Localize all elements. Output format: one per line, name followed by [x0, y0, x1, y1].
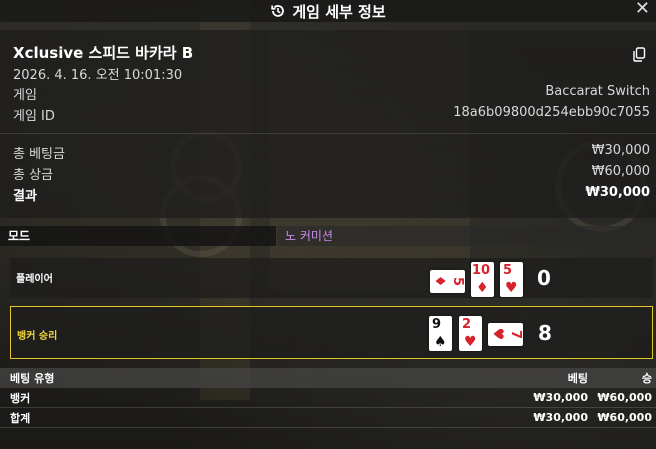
card-rank: 2 — [462, 317, 472, 332]
total-win-row: 총 상금 ₩60,000 — [13, 164, 650, 183]
player-score: 0 — [537, 266, 551, 290]
card-rank: 7 — [507, 329, 523, 340]
result-value: ₩30,000 — [585, 185, 650, 200]
game-title: Xclusive 스피드 바카라 B — [13, 44, 194, 62]
table-cell: ₩60,000 — [597, 411, 652, 424]
field-label: 게임 ID — [13, 109, 55, 124]
mode-bar: 모드 노 커미션 — [0, 226, 656, 246]
mode-value: 노 커미션 — [277, 226, 656, 246]
column-header: 승 — [641, 372, 652, 385]
column-header: 베팅 — [567, 372, 588, 385]
history-icon — [270, 3, 286, 19]
divider — [0, 133, 656, 134]
spade-suit-icon: ♠ — [434, 334, 447, 350]
card-rank: 9 — [432, 317, 442, 332]
close-icon[interactable]: ✕ — [635, 0, 650, 19]
heart-suit-icon: ♥ — [464, 334, 477, 350]
card-rank: 10 — [472, 263, 491, 278]
player-label: 플레이어 — [16, 274, 53, 285]
field-value[interactable]: 18a6b09800d254ebb90c7055 — [453, 105, 650, 124]
banker-hand: 뱅커 승리 9 ♠ 2 ♥ 7 ♥ 8 — [10, 306, 653, 359]
result-row: 결과 ₩30,000 — [13, 185, 650, 204]
heart-suit-icon: ♥ — [489, 327, 506, 341]
total-label: 총 베팅금 — [13, 147, 65, 162]
playing-card: 5 ♦ — [430, 270, 465, 293]
total-value: ₩60,000 — [591, 164, 650, 179]
playing-card: 9 ♠ — [429, 316, 452, 351]
card-rank: 5 — [449, 276, 465, 287]
player-hand: 플레이어 5 ♦ 10 ♦ 5 ♥ 0 — [10, 258, 653, 298]
total-bet-row: 총 베팅금 ₩30,000 — [13, 143, 650, 162]
dialog-header: 게임 세부 정보 ✕ — [0, 0, 656, 22]
field-row-game-id: 게임 ID 18a6b09800d254ebb90c7055 — [13, 105, 650, 124]
heart-suit-icon: ♥ — [505, 280, 518, 296]
playing-card: 2 ♥ — [459, 316, 482, 351]
field-row-game: 게임 Baccarat Switch — [13, 84, 650, 103]
table-cell: 뱅커 — [10, 391, 31, 405]
table-row: 뱅커 ₩30,000 ₩60,000 — [0, 388, 656, 408]
playing-card: 7 ♥ — [488, 323, 523, 346]
mode-label: 모드 — [0, 226, 276, 246]
diamond-suit-icon: ♦ — [476, 280, 489, 296]
card-rank: 5 — [503, 263, 513, 278]
playing-card: 5 ♥ — [500, 262, 523, 297]
table-cell: 합계 — [10, 411, 31, 425]
table-cell: ₩60,000 — [597, 391, 652, 404]
total-value: ₩30,000 — [591, 143, 650, 158]
copy-icon[interactable] — [633, 47, 646, 62]
table-header: 베팅 유형 베팅 승 — [0, 368, 656, 388]
game-datetime: 2026. 4. 16. 오전 10:01:30 — [13, 68, 183, 83]
banker-win-label: 뱅커 승리 — [17, 331, 58, 342]
dialog-title: 게임 세부 정보 — [292, 2, 386, 21]
bets-table: 베팅 유형 베팅 승 뱅커 ₩30,000 ₩60,000 합계 ₩30,000… — [0, 368, 656, 428]
field-value: Baccarat Switch — [545, 84, 650, 99]
table-cell: ₩30,000 — [533, 411, 588, 424]
result-label: 결과 — [13, 189, 37, 204]
column-header: 베팅 유형 — [10, 372, 55, 385]
table-cell: ₩30,000 — [533, 391, 588, 404]
playing-card: 10 ♦ — [471, 262, 494, 297]
diamond-suit-icon: ♦ — [431, 274, 448, 288]
total-label: 총 상금 — [13, 168, 54, 183]
field-label: 게임 — [13, 88, 37, 103]
banker-score: 8 — [538, 321, 552, 345]
table-row: 합계 ₩30,000 ₩60,000 — [0, 408, 656, 428]
